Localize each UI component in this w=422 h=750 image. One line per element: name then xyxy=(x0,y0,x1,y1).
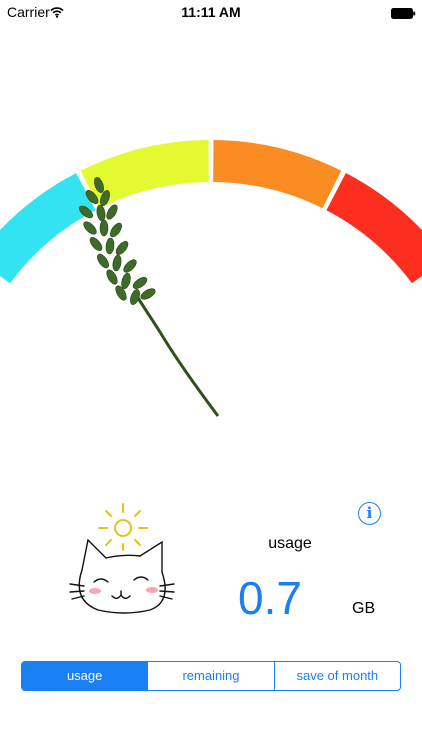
segment-save-of-month[interactable]: save of month xyxy=(273,662,400,690)
lavender-sprig-needle xyxy=(79,177,220,417)
gauge-segment xyxy=(326,172,422,284)
status-time: 11:11 AM xyxy=(181,4,241,20)
battery-icon xyxy=(391,6,416,19)
gauge-segment xyxy=(0,172,96,284)
info-icon: i xyxy=(366,504,373,522)
cat-with-sun-icon xyxy=(69,503,175,614)
view-segmented-control: usage remaining save of month xyxy=(21,661,401,691)
gauge-segment xyxy=(80,140,209,209)
metric-value: 0.7 xyxy=(238,572,302,624)
gauge-segment xyxy=(213,140,342,209)
status-bar: Carrier 11:11 AM xyxy=(0,0,422,24)
info-button[interactable]: i xyxy=(358,502,381,525)
segment-usage[interactable]: usage xyxy=(22,662,148,690)
segment-remaining[interactable]: remaining xyxy=(147,662,273,690)
metric-label: usage xyxy=(268,535,312,552)
usage-gauge xyxy=(0,140,422,417)
metric-unit: GB xyxy=(352,600,376,617)
